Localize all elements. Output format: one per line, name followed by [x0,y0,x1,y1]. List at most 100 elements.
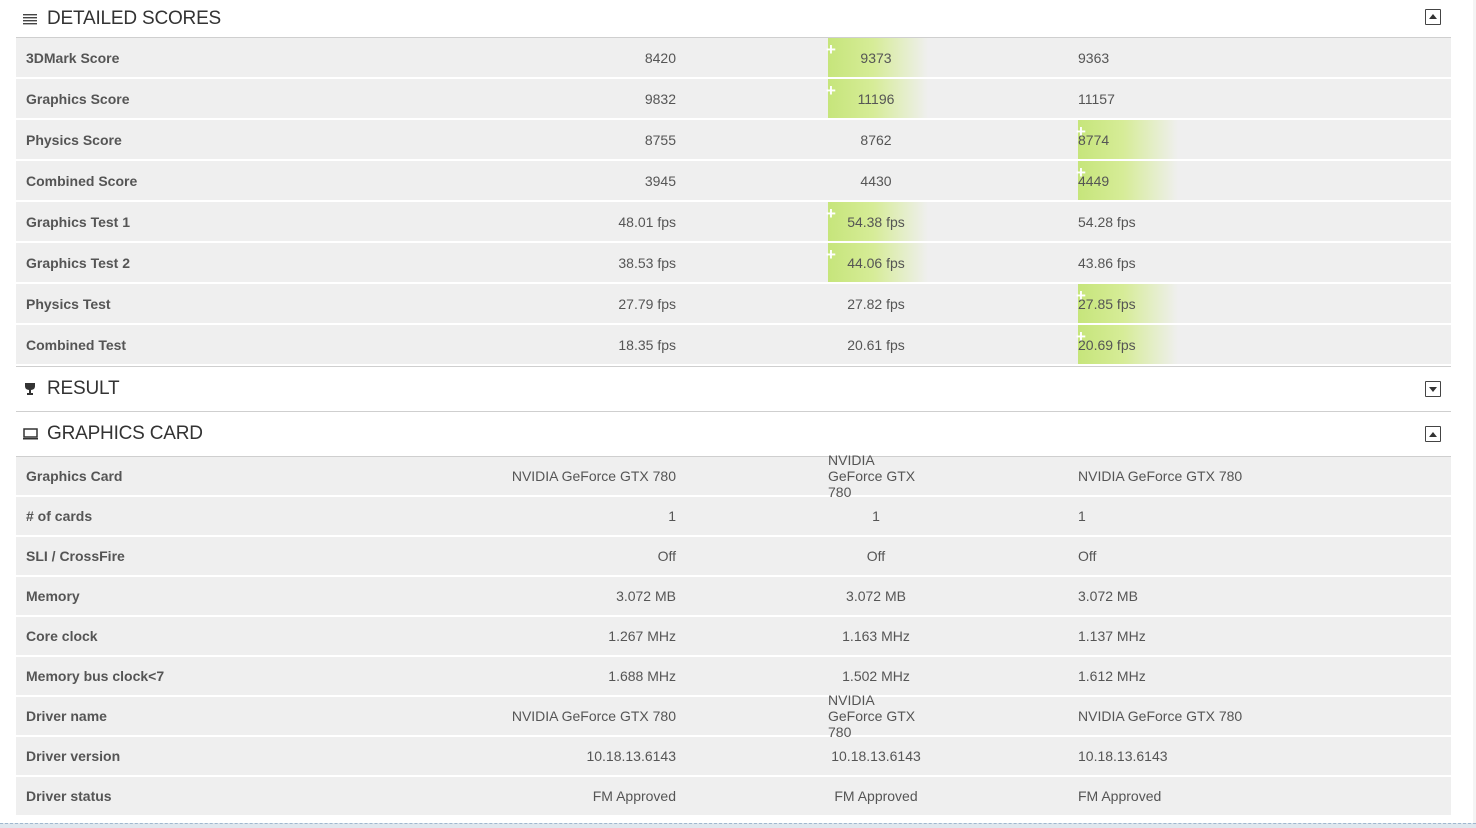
value-cell-2: 1 [872,508,880,524]
value-cell-3: NVIDIA GeForce GTX 780 [1078,468,1243,484]
table-row: + Graphics Score 9832 11196 11157 [16,79,1451,120]
row-label: Memory [26,588,80,604]
section-title: GRAPHICS CARD [47,423,203,444]
collapse-up-icon[interactable] [1425,8,1441,25]
value-cell-1: NVIDIA GeForce GTX 780 [511,468,676,484]
value-cell-2: 54.38 fps [847,213,905,230]
table-row: +3DMark Score 8420 9373 9363 [16,38,1451,79]
value-cell-2: NVIDIA GeForce GTX 780 [828,452,916,500]
value-cell-2: 3.072 MB [846,588,906,604]
value-cell-3: 20.69 fps [1078,336,1136,353]
value-cell-1: NVIDIA GeForce GTX 780 [511,708,676,724]
row-label: Combined Score [26,172,138,189]
value-cell-1: 3.072 MB [616,588,676,604]
value-cell-1: FM Approved [592,788,676,804]
row-label: Graphics Score [26,90,130,107]
row-label: Driver status [26,788,112,804]
value-cell-2: 4430 [860,172,892,189]
table-row: Memory bus clock<7 1.688 MHz 1.502 MHz 1.61… [16,657,1451,697]
value-cell-3: 1.137 MHz [1078,628,1146,644]
table-row: Driver name NVIDIA GeForce GTX 780 NVIDIA … [16,692,1451,740]
value-cell-2: 44.06 fps [847,254,905,271]
benchmark-comparison-page: DETAILED SCORES +3DMark Score 8420 9373 936… [0,0,1476,828]
value-cell-1: 1.267 MHz [608,628,676,644]
table-row: Core clock 1.267 MHz 1.163 MHz 1.137 MHz [16,617,1451,657]
section-title: RESULT [47,378,120,399]
value-cell-3: 3.072 MB [1078,588,1138,604]
table-row: + Graphics Test 1 48.01 fps 54.38 fps 54.28 … [16,202,1451,243]
value-cell-3: 27.85 fps [1078,295,1136,312]
value-cell-2: NVIDIA GeForce GTX 780 [828,692,916,740]
value-cell-3: Off [1078,548,1097,564]
row-label: # of cards [26,508,93,524]
table-row: + Physics Test 27.79 fps 27.82 fps 27.85 fps [16,284,1451,325]
detailed-scores-table: +3DMark Score 8420 9373 9363 + Graphics Score… [16,38,1451,366]
value-cell-3: 11157 [1078,90,1115,107]
value-cell-1: 1.688 MHz [608,668,676,684]
monitor-icon [22,426,38,442]
row-label: Graphics Test 1 [26,213,131,230]
value-cell-3: 43.86 fps [1078,254,1136,271]
value-cell-1: 48.01 fps [618,213,676,230]
row-label: Core clock [26,628,98,644]
table-row: # of cards 1 1 1 [16,497,1451,537]
value-cell-1: 1 [668,508,676,524]
table-row: + Combined Test 18.35 fps 20.61 fps 20.69 fp… [16,325,1451,366]
expand-down-icon[interactable] [1425,381,1441,397]
value-cell-1: 10.18.13.6143 [586,748,676,764]
result-header[interactable]: RESULT [16,366,1451,412]
value-cell-1: 8755 [644,131,676,148]
table-row: SLI / CrossFire Off Off Off [16,537,1451,577]
value-cell-2: 27.82 fps [847,295,905,312]
value-cell-3: NVIDIA GeForce GTX 780 [1078,708,1243,724]
row-label: 3DMark Score [26,49,120,66]
list-icon [22,11,38,27]
value-cell-2: 10.18.13.6143 [831,748,921,764]
collapse-up-icon[interactable] [1425,426,1441,442]
table-row: Driver status FM Approved FM Approved FM Ap… [16,777,1451,817]
table-row: + Graphics Test 2 38.53 fps 44.06 fps 43.86 … [16,243,1451,284]
row-label: Physics Score [26,131,122,148]
row-label: Physics Test [26,295,111,312]
value-cell-2: 20.61 fps [847,336,905,353]
graphics-card-table: Graphics Card NVIDIA GeForce GTX 780 NVIDI… [16,452,1451,817]
value-cell-2: FM Approved [834,788,918,804]
content-panel: DETAILED SCORES +3DMark Score 8420 9373 936… [16,0,1451,817]
value-cell-3: FM Approved [1078,788,1162,804]
table-row: Memory 3.072 MB 3.072 MB 3.072 MB [16,577,1451,617]
value-cell-1: 9832 [644,90,676,107]
bottom-border [0,823,1476,828]
value-cell-2: Off [866,548,886,564]
table-row: + Combined Score 3945 4430 4449 [16,161,1451,202]
detailed-scores-header[interactable]: DETAILED SCORES [16,0,1451,38]
table-row: Driver version 10.18.13.6143 10.18.13.6143… [16,737,1451,777]
table-row: + Physics Score 8755 8762 8774 [16,120,1451,161]
value-cell-3: 8774 [1078,131,1110,148]
row-label: Driver name [26,708,107,724]
value-cell-2: 1.502 MHz [842,668,910,684]
table-row: Graphics Card NVIDIA GeForce GTX 780 NVIDI… [16,452,1451,500]
section-title: DETAILED SCORES [47,7,222,29]
value-cell-1: 3945 [644,172,676,189]
value-cell-3: 10.18.13.6143 [1078,748,1168,764]
value-cell-3: 54.28 fps [1078,213,1136,230]
row-label: Memory bus clock<7 [26,668,165,684]
trophy-icon [22,381,38,397]
value-cell-2: 1.163 MHz [842,628,910,644]
value-cell-3: 1 [1078,508,1086,524]
value-cell-3: 9363 [1078,49,1110,66]
row-label: Graphics Card [26,468,123,484]
value-cell-2: 8762 [860,131,892,148]
value-cell-1: 27.79 fps [618,295,676,312]
value-cell-2: 9373 [860,49,892,66]
row-label: Driver version [26,748,121,764]
value-cell-3: 4449 [1078,172,1110,189]
value-cell-1: 8420 [644,49,676,66]
value-cell-1: 18.35 fps [618,336,676,353]
value-cell-1: Off [657,548,676,564]
value-cell-3: 1.612 MHz [1078,668,1146,684]
row-label: SLI / CrossFire [26,548,125,564]
row-label: Combined Test [26,336,127,353]
row-label: Graphics Test 2 [26,254,131,271]
graphics-card-header[interactable]: GRAPHICS CARD [16,412,1451,457]
